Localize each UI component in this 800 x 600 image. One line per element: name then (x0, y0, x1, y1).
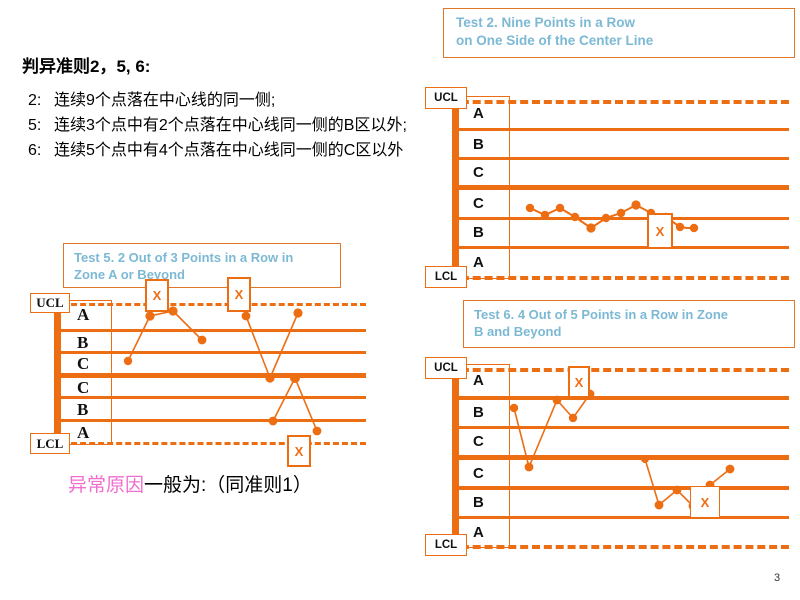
violation-marker-x-1: X (145, 279, 169, 312)
rule-number: 2: (28, 92, 42, 109)
rule-text: 连续5个点中有4个点落在中心线同一侧的C区以外 (54, 142, 404, 159)
rule-text: 连续9个点落在中心线的同一侧; (54, 92, 276, 109)
violation-marker-x: X (647, 213, 673, 249)
chart-test2-series (525, 200, 699, 233)
rule-item: 2: 连续9个点落在中心线的同一侧; (28, 88, 428, 113)
violation-marker-x-2: X (227, 277, 251, 312)
rule-item: 5: 连续3个点中有2个点落在中心线同一侧的B区以外; (28, 113, 428, 138)
chart-test6-series (509, 389, 735, 511)
page-title: 判异准则2，5, 6: (22, 57, 151, 76)
chart-test6: Test 6. 4 Out of 5 Points in a Row in Zo… (425, 300, 795, 565)
conclusion-remainder: 一般为:（同准则1） (144, 475, 312, 496)
conclusion-text: 异常原因一般为:（同准则1） (68, 470, 312, 497)
chart-test5-series (123, 306, 322, 436)
rule-text: 连续3个点中有2个点落在中心线同一侧的B区以外; (54, 117, 407, 134)
chart-test5: Test 5. 2 Out of 3 Points in a Row in Zo… (30, 243, 390, 473)
chart-test2: Test 2. Nine Points in a Row on One Side… (425, 8, 795, 288)
violation-marker-x-2: X (690, 486, 720, 518)
rules-list: 2: 连续9个点落在中心线的同一侧; 5: 连续3个点中有2个点落在中心线同一侧的B… (28, 88, 428, 163)
violation-marker-x-3: X (287, 435, 311, 467)
rule-number: 5: (28, 117, 42, 134)
page-number: 3 (774, 572, 781, 584)
rule-number: 6: (28, 142, 42, 159)
conclusion-highlight: 异常原因 (68, 475, 145, 496)
rule-item: 6: 连续5个点中有4个点落在中心线同一侧的C区以外 (28, 138, 428, 163)
violation-marker-x-1: X (568, 366, 590, 398)
